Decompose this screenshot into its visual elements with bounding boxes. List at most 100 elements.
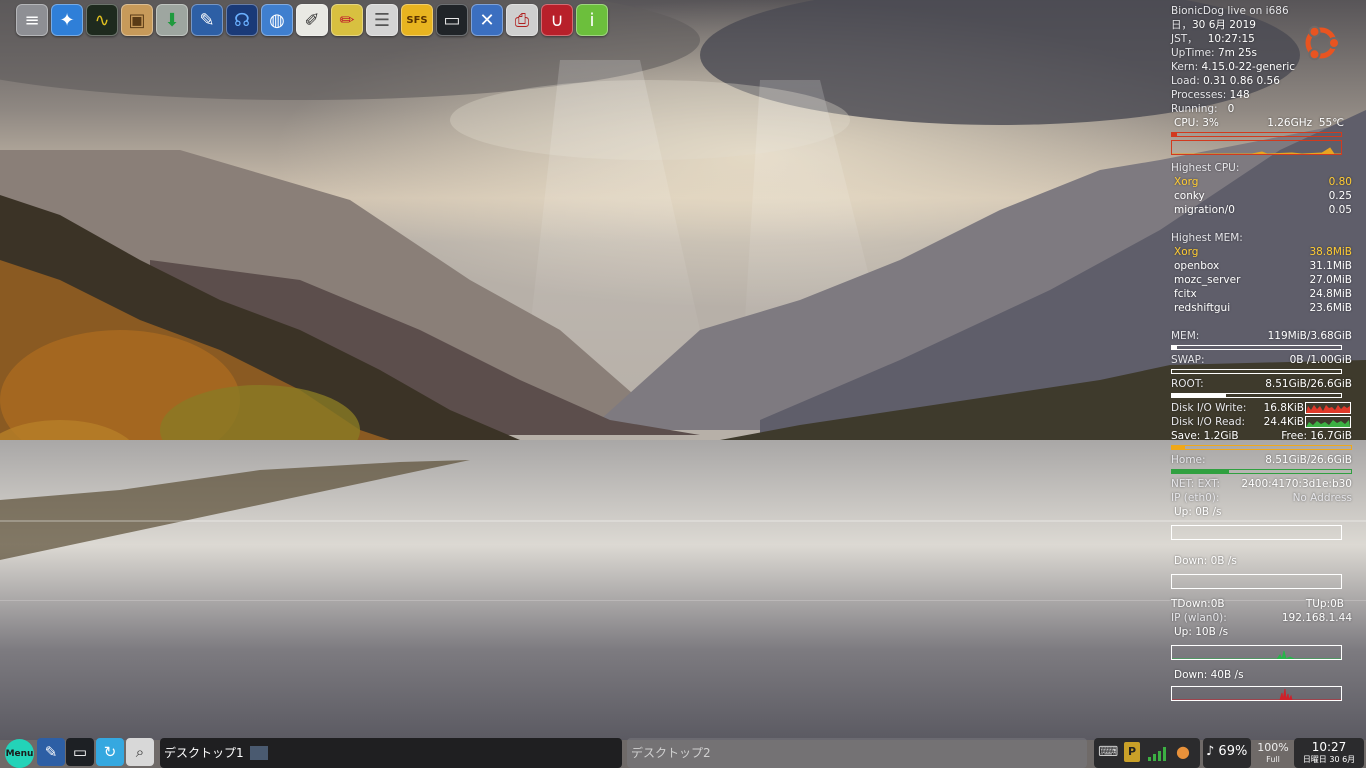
mixer-icon[interactable]: ≡ (16, 4, 48, 36)
swap-value: 0B /1.00GiB (1289, 354, 1352, 366)
network-globe-icon[interactable]: ◍ (261, 4, 293, 36)
desktop-2-label: デスクトップ2 (631, 746, 711, 760)
conky-cpu-label: CPU: 3% (1174, 117, 1219, 129)
battery-state: Full (1266, 755, 1280, 764)
terminal-icon[interactable]: ▭ (436, 4, 468, 36)
cpu-usage-fill (1172, 133, 1177, 136)
highest-cpu-list: Xorg 0.80 conky 0.25 migration/0 0.05 (1171, 175, 1352, 217)
conky-running: Running: 0 (1171, 103, 1235, 115)
swap-label: SWAP: (1171, 354, 1205, 366)
printer-icon[interactable]: ⎙ (506, 4, 538, 36)
highest-cpu-process-name: migration/0 (1174, 204, 1235, 216)
highest-cpu-process-value: 0.05 (1328, 204, 1352, 216)
save-label: Save: 1.2GiB (1171, 430, 1239, 442)
magnet-icon[interactable]: ∪ (541, 4, 573, 36)
desktop-1-window-thumb[interactable] (249, 746, 268, 760)
mem-value: 119MiB/3.68GiB (1267, 330, 1352, 342)
total-up: TUp:0B (1305, 598, 1344, 610)
mem-bar (1171, 345, 1342, 350)
mem-label: MEM: (1171, 330, 1200, 342)
highest-cpu-process-value: 0.25 (1328, 190, 1352, 202)
keyboard-icon[interactable]: ⌨ (1098, 744, 1118, 760)
wifi-signal-icon[interactable] (1148, 745, 1170, 761)
home-fill (1172, 470, 1229, 473)
desktop-1-label: デスクトップ1 (164, 746, 244, 760)
refresh-icon[interactable]: ↻ (96, 738, 124, 766)
conky-load: Load: 0.31 0.86 0.56 (1171, 75, 1280, 87)
total-down: TDown:0B (1171, 598, 1225, 610)
mem-fill (1172, 346, 1177, 349)
highest-mem-process-value: 24.8MiB (1309, 288, 1352, 300)
cpu-history-plot (1172, 147, 1341, 155)
highest-cpu-row: Xorg 0.80 (1171, 175, 1352, 189)
root-value: 8.51GiB/26.6GiB (1265, 378, 1352, 390)
system-tray: ⌨ P ● (1094, 738, 1200, 768)
swap-bar (1171, 369, 1342, 374)
highest-cpu-process-value: 0.80 (1328, 176, 1352, 188)
clipboard-p-icon[interactable]: P (1124, 742, 1140, 762)
sfs-lock-icon[interactable]: SFS (401, 4, 433, 36)
diskio-write-label: Disk I/O Write: (1171, 402, 1247, 414)
network-x-icon[interactable]: ✕ (471, 4, 503, 36)
conky-system-monitor: BionicDog live on i686 日，30 6月 2019 JST，… (1171, 4, 1352, 702)
file-manager-icon[interactable]: ✎ (37, 738, 65, 766)
save-bar (1171, 445, 1352, 450)
file-manager-icon[interactable]: ✎ (191, 4, 223, 36)
wlan-down-plot (1172, 688, 1341, 702)
eth-down-rate: Down: 0B /s (1174, 555, 1237, 567)
battery-percent: 100% (1257, 741, 1289, 754)
menu-button[interactable]: Menu (5, 739, 34, 768)
clock-date: 日曜日 30 6月 (1302, 755, 1356, 764)
eth-down-graph (1171, 574, 1342, 589)
cpu-usage-bar (1171, 132, 1342, 137)
ip-wlan-value: 192.168.1.44 (1281, 612, 1352, 624)
search-icon[interactable]: ⌕ (126, 738, 154, 766)
highest-mem-process-value: 23.6MiB (1309, 302, 1352, 314)
desktop-1-pager[interactable]: デスクトップ1 (160, 738, 622, 768)
highest-mem-process-name: fcitx (1174, 288, 1197, 300)
conky-time: JST， 10:27:15 (1171, 33, 1255, 45)
highest-mem-process-name: mozc_server (1174, 274, 1241, 286)
home-value: 8.51GiB/26.6GiB (1265, 454, 1352, 466)
package-box-icon[interactable]: ▣ (121, 4, 153, 36)
wlan-down-rate: Down: 40B /s (1174, 669, 1244, 681)
highest-mem-row: mozc_server 27.0MiB (1171, 273, 1352, 287)
net-ext-label: NET: EXT: (1171, 478, 1221, 490)
highest-mem-row: Xorg 38.8MiB (1171, 245, 1352, 259)
diskio-read-value: 24.4KiB (1263, 416, 1304, 428)
wlan-up-graph (1171, 645, 1342, 661)
text-editor-icon[interactable]: ✐ (296, 4, 328, 36)
conky-date: 日，30 6月 2019 (1171, 19, 1256, 31)
diskio-read-label: Disk I/O Read: (1171, 416, 1246, 428)
highest-mem-row: openbox 31.1MiB (1171, 259, 1352, 273)
browser-compass-icon[interactable]: ✦ (51, 4, 83, 36)
redshift-bulb-icon[interactable]: ● (1176, 742, 1190, 761)
download-icon[interactable]: ⬇ (156, 4, 188, 36)
highest-mem-row: redshiftgui 23.6MiB (1171, 301, 1352, 315)
volume-indicator[interactable]: ♪ 69% (1203, 738, 1251, 768)
diskio-write-graph (1305, 402, 1351, 414)
highest-cpu-process-name: Xorg (1174, 176, 1199, 188)
cabinet-icon[interactable]: ☰ (366, 4, 398, 36)
highest-mem-list: Xorg 38.8MiB openbox 31.1MiB mozc_server 27.0… (1171, 245, 1352, 315)
battery-indicator[interactable]: 100% Full (1254, 738, 1292, 768)
conky-processes: Processes: 148 (1171, 89, 1250, 101)
pencils-icon[interactable]: ✏ (331, 4, 363, 36)
highest-mem-title: Highest MEM: (1171, 232, 1243, 244)
home-label: Home: (1171, 454, 1206, 466)
info-icon[interactable]: i (576, 4, 608, 36)
system-monitor-icon[interactable]: ∿ (86, 4, 118, 36)
highest-mem-process-name: redshiftgui (1174, 302, 1231, 314)
headphones-icon[interactable]: ☊ (226, 4, 258, 36)
save-fill (1172, 446, 1185, 449)
conky-cpu-freq-temp: 1.26GHz 55℃ (1267, 117, 1344, 129)
highest-mem-process-name: Xorg (1174, 246, 1199, 258)
desktop-2-pager[interactable]: デスクトップ2 (627, 738, 1087, 768)
taskbar-clock[interactable]: 10:27 日曜日 30 6月 (1294, 738, 1364, 768)
root-label: ROOT: (1171, 378, 1204, 390)
highest-mem-process-name: openbox (1174, 260, 1220, 272)
highest-cpu-row: conky 0.25 (1171, 189, 1352, 203)
highest-cpu-process-name: conky (1174, 190, 1205, 202)
eth-up-rate: Up: 0B /s (1174, 506, 1222, 518)
terminal-icon[interactable]: ▭ (66, 738, 94, 766)
